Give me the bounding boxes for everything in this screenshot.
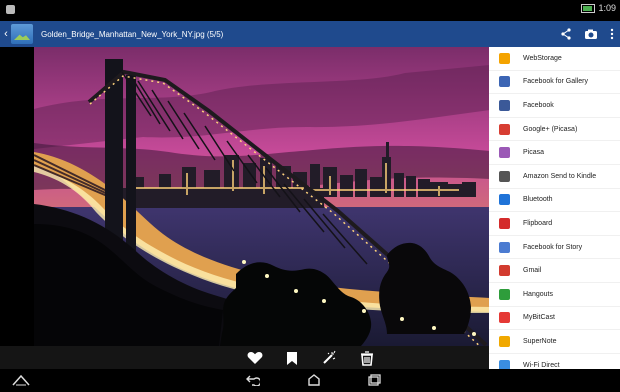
back-button[interactable]: ‹	[2, 26, 10, 42]
share-menu-item-label: Gmail	[523, 267, 542, 275]
picasa-icon	[499, 147, 510, 159]
mybitcast-icon	[499, 312, 510, 324]
share-menu-item[interactable]: Amazon Send to Kindle	[489, 165, 620, 189]
share-menu-item[interactable]: SuperNote	[489, 330, 620, 354]
share-icon[interactable]	[560, 28, 572, 40]
share-menu-item-label: Facebook	[523, 101, 554, 109]
share-menu-item-label: Google+ (Picasa)	[523, 125, 578, 133]
photo-view[interactable]	[34, 47, 490, 346]
battery-icon	[581, 3, 596, 13]
kindle-icon	[499, 170, 510, 182]
camera-icon[interactable]	[584, 28, 598, 40]
share-menu-item-label: Wi-Fi Direct	[523, 361, 560, 369]
share-menu-item-label: Facebook for Story	[523, 243, 583, 251]
flipboard-icon	[499, 217, 510, 229]
facebook-gallery-icon	[499, 76, 510, 88]
recent-apps-icon[interactable]	[368, 374, 382, 386]
share-menu-item[interactable]: Facebook for Story	[489, 236, 620, 260]
google-plus-icon	[499, 123, 510, 135]
share-menu-item-label: Picasa	[523, 149, 545, 157]
status-time: 1:09	[598, 3, 616, 13]
supernote-icon	[499, 335, 510, 347]
photo-title: Golden_Bridge_Manhattan_New_York_NY.jpg …	[41, 29, 224, 39]
home-launcher-icon[interactable]	[12, 374, 30, 386]
share-menu-item-label: Amazon Send to Kindle	[523, 172, 597, 180]
share-menu-item[interactable]: Facebook for Gallery	[489, 71, 620, 95]
share-menu-item-label: Flipboard	[523, 219, 553, 227]
app-bar: ‹ Golden_Bridge_Manhattan_New_York_NY.jp…	[0, 21, 620, 47]
bookmark-icon[interactable]	[286, 351, 298, 366]
webstorage-icon	[499, 52, 510, 64]
share-menu-item[interactable]: Google+ (Picasa)	[489, 118, 620, 142]
share-menu-item-label: Hangouts	[523, 290, 553, 298]
photo-action-bar	[0, 346, 489, 369]
heart-icon[interactable]	[247, 351, 263, 365]
share-menu-item[interactable]: Gmail	[489, 259, 620, 283]
share-menu-item-label: MyBitCast	[523, 314, 555, 322]
share-menu-item[interactable]: MyBitCast	[489, 307, 620, 331]
hangouts-icon	[499, 288, 510, 300]
back-icon[interactable]	[246, 374, 260, 386]
gmail-icon	[499, 265, 510, 277]
share-menu-item[interactable]: Bluetooth	[489, 189, 620, 213]
gallery-app-icon[interactable]	[11, 24, 33, 44]
photo-actions	[247, 350, 374, 366]
share-menu: WebStorage Facebook for Gallery Facebook Go…	[489, 47, 620, 378]
share-menu-item-label: Facebook for Gallery	[523, 78, 588, 86]
app-bar-actions	[560, 28, 620, 40]
share-menu-item-label: SuperNote	[523, 337, 557, 345]
bluetooth-icon	[499, 194, 510, 206]
trash-icon[interactable]	[360, 350, 374, 366]
share-menu-item[interactable]: Flipboard	[489, 212, 620, 236]
more-options-icon[interactable]	[610, 28, 614, 40]
facebook-icon	[499, 99, 510, 111]
magic-wand-icon[interactable]	[321, 350, 337, 366]
share-menu-item[interactable]: Picasa	[489, 141, 620, 165]
navigation-bar	[0, 369, 620, 392]
notification-icon	[6, 5, 15, 14]
share-menu-item[interactable]: Facebook	[489, 94, 620, 118]
share-menu-item-label: WebStorage	[523, 54, 562, 62]
share-menu-item-label: Bluetooth	[523, 196, 553, 204]
home-icon[interactable]	[307, 374, 321, 386]
share-menu-item[interactable]: WebStorage	[489, 47, 620, 71]
status-bar: 1:09	[0, 0, 620, 21]
facebook-story-icon	[499, 241, 510, 253]
share-menu-item[interactable]: Hangouts	[489, 283, 620, 307]
bridge-photo	[34, 47, 490, 346]
status-right: 1:09	[581, 3, 616, 13]
